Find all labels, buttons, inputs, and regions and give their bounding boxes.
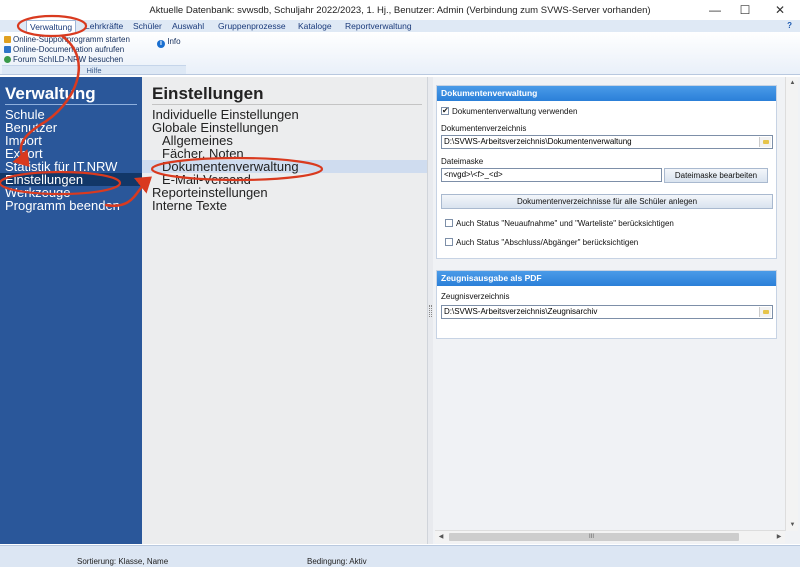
zeugnisausgabe-card: Zeugnisausgabe als PDF Zeugnisverzeichni… bbox=[436, 270, 777, 339]
dokumentenverzeichnis-value: D:\SVWS-Arbeitsverzeichnis\Dokumentenver… bbox=[444, 137, 632, 146]
vertical-scrollbar[interactable]: ▲ ▼ bbox=[785, 77, 798, 531]
dateimaske-bearbeiten-button[interactable]: Dateimaske bearbeiten bbox=[664, 168, 768, 183]
settings-nav-title: Einstellungen bbox=[152, 84, 264, 103]
checkbox-box[interactable] bbox=[445, 238, 453, 246]
dokumentenverzeichnis-input[interactable]: D:\SVWS-Arbeitsverzeichnis\Dokumentenver… bbox=[441, 135, 773, 149]
dateimaske-label: Dateimaske bbox=[441, 157, 484, 166]
dokumentenverwaltung-header: Dokumentenverwaltung bbox=[437, 86, 776, 101]
globe-icon bbox=[4, 56, 11, 63]
minimize-button[interactable]: — bbox=[700, 2, 730, 18]
online-doc-button[interactable]: Online-Documentation aufrufen bbox=[4, 45, 124, 55]
verzeichnisse-anlegen-button[interactable]: Dokumentenverzeichnisse für alle Schüler… bbox=[441, 194, 773, 209]
ribbon-group-caption: Hilfe bbox=[2, 65, 186, 75]
scroll-up-icon[interactable]: ▲ bbox=[786, 77, 799, 89]
ribbon: Online-Supportprogramm starten Online-Do… bbox=[0, 32, 800, 75]
settings-item-interne-texte[interactable]: Interne Texte bbox=[142, 199, 427, 212]
dokumentenverwaltung-card: Dokumentenverwaltung Dokumentenverwaltun… bbox=[436, 85, 777, 259]
settings-nav-divider bbox=[152, 104, 422, 105]
settings-navigation: Einstellungen Individuelle Einstellungen… bbox=[142, 77, 427, 544]
scroll-left-icon[interactable]: ◀ bbox=[435, 531, 447, 543]
info-button[interactable]: i Info bbox=[157, 37, 181, 48]
abschluss-abgaenger-label: Auch Status "Abschluss/Abgänger" berücks… bbox=[456, 238, 639, 247]
dateimaske-input[interactable]: <nvgd>\<f>_<d> bbox=[441, 168, 662, 182]
splitter-grip[interactable] bbox=[429, 305, 432, 317]
left-nav-title: Verwaltung bbox=[5, 84, 96, 103]
neuaufnahme-warteliste-label: Auch Status "Neuaufnahme" und "Wartelist… bbox=[456, 219, 674, 228]
menu-schueler[interactable]: Schüler bbox=[133, 20, 162, 32]
left-navigation: Verwaltung Schule Benutzer Import Export… bbox=[0, 77, 142, 544]
scroll-right-icon[interactable]: ▶ bbox=[773, 531, 785, 543]
status-bar: Sortierung: Klasse, Name Bedingung: Akti… bbox=[0, 545, 800, 567]
abschluss-abgaenger-checkbox[interactable]: Auch Status "Abschluss/Abgänger" berücks… bbox=[445, 238, 638, 247]
support-program-label: Online-Supportprogramm starten bbox=[13, 35, 130, 44]
help-icon[interactable]: ? bbox=[787, 20, 792, 32]
info-label: Info bbox=[167, 37, 181, 46]
dateimaske-value: <nvgd>\<f>_<d> bbox=[444, 170, 503, 179]
checkbox-box[interactable] bbox=[445, 219, 453, 227]
left-nav-divider bbox=[5, 104, 137, 105]
ribbon-group-hilfe: Online-Supportprogramm starten Online-Do… bbox=[2, 34, 186, 75]
menu-kataloge[interactable]: Kataloge bbox=[298, 20, 332, 32]
forum-label: Forum SchILD-NRW besuchen bbox=[13, 55, 124, 64]
status-bedingung: Bedingung: Aktiv bbox=[307, 557, 367, 566]
folder-browse-icon[interactable] bbox=[759, 307, 771, 317]
scroll-down-icon[interactable]: ▼ bbox=[786, 519, 799, 531]
documentation-icon bbox=[4, 46, 11, 53]
menu-gruppenprozesse[interactable]: Gruppenprozesse bbox=[218, 20, 286, 32]
use-dokumentenverwaltung-checkbox[interactable]: Dokumentenverwaltung verwenden bbox=[441, 106, 578, 116]
zeugnisverzeichnis-label: Zeugnisverzeichnis bbox=[441, 292, 510, 301]
online-doc-label: Online-Documentation aufrufen bbox=[13, 45, 125, 54]
support-icon bbox=[4, 36, 11, 43]
menu-bar: Verwaltung Lehrkräfte Schüler Auswahl Gr… bbox=[0, 20, 800, 33]
settings-content: Dokumentenverwaltung Dokumentenverwaltun… bbox=[433, 77, 800, 544]
menu-lehrkraefte[interactable]: Lehrkräfte bbox=[85, 20, 123, 32]
dokumentenverzeichnis-label: Dokumentenverzeichnis bbox=[441, 124, 527, 133]
checkbox-box[interactable] bbox=[441, 106, 449, 115]
horizontal-scroll-thumb[interactable]: III bbox=[449, 533, 739, 541]
close-button[interactable]: ✕ bbox=[765, 2, 795, 18]
status-sortierung: Sortierung: Klasse, Name bbox=[77, 557, 169, 566]
folder-browse-icon[interactable] bbox=[759, 137, 771, 147]
scroll-grip-icon: III bbox=[589, 534, 595, 540]
neuaufnahme-warteliste-checkbox[interactable]: Auch Status "Neuaufnahme" und "Wartelist… bbox=[445, 219, 674, 228]
menu-auswahl[interactable]: Auswahl bbox=[172, 20, 204, 32]
info-icon: i bbox=[157, 40, 165, 48]
nav-item-programm-beenden[interactable]: Programm beenden bbox=[0, 199, 142, 212]
horizontal-scrollbar[interactable]: ◀ III ▶ bbox=[435, 530, 785, 543]
support-program-button[interactable]: Online-Supportprogramm starten bbox=[4, 35, 130, 45]
use-dokumentenverwaltung-label: Dokumentenverwaltung verwenden bbox=[452, 107, 578, 116]
zeugnisverzeichnis-input[interactable]: D:\SVWS-Arbeitsverzeichnis\Zeugnisarchiv bbox=[441, 305, 773, 319]
zeugnisverzeichnis-value: D:\SVWS-Arbeitsverzeichnis\Zeugnisarchiv bbox=[444, 307, 598, 316]
zeugnisausgabe-header: Zeugnisausgabe als PDF bbox=[437, 271, 776, 286]
forum-button[interactable]: Forum SchILD-NRW besuchen bbox=[4, 55, 123, 65]
title-bar: Aktuelle Datenbank: svwsdb, Schuljahr 20… bbox=[0, 0, 800, 20]
menu-reportverwaltung[interactable]: Reportverwaltung bbox=[345, 20, 412, 32]
window-title: Aktuelle Datenbank: svwsdb, Schuljahr 20… bbox=[149, 5, 651, 16]
maximize-button[interactable]: ☐ bbox=[730, 2, 760, 18]
